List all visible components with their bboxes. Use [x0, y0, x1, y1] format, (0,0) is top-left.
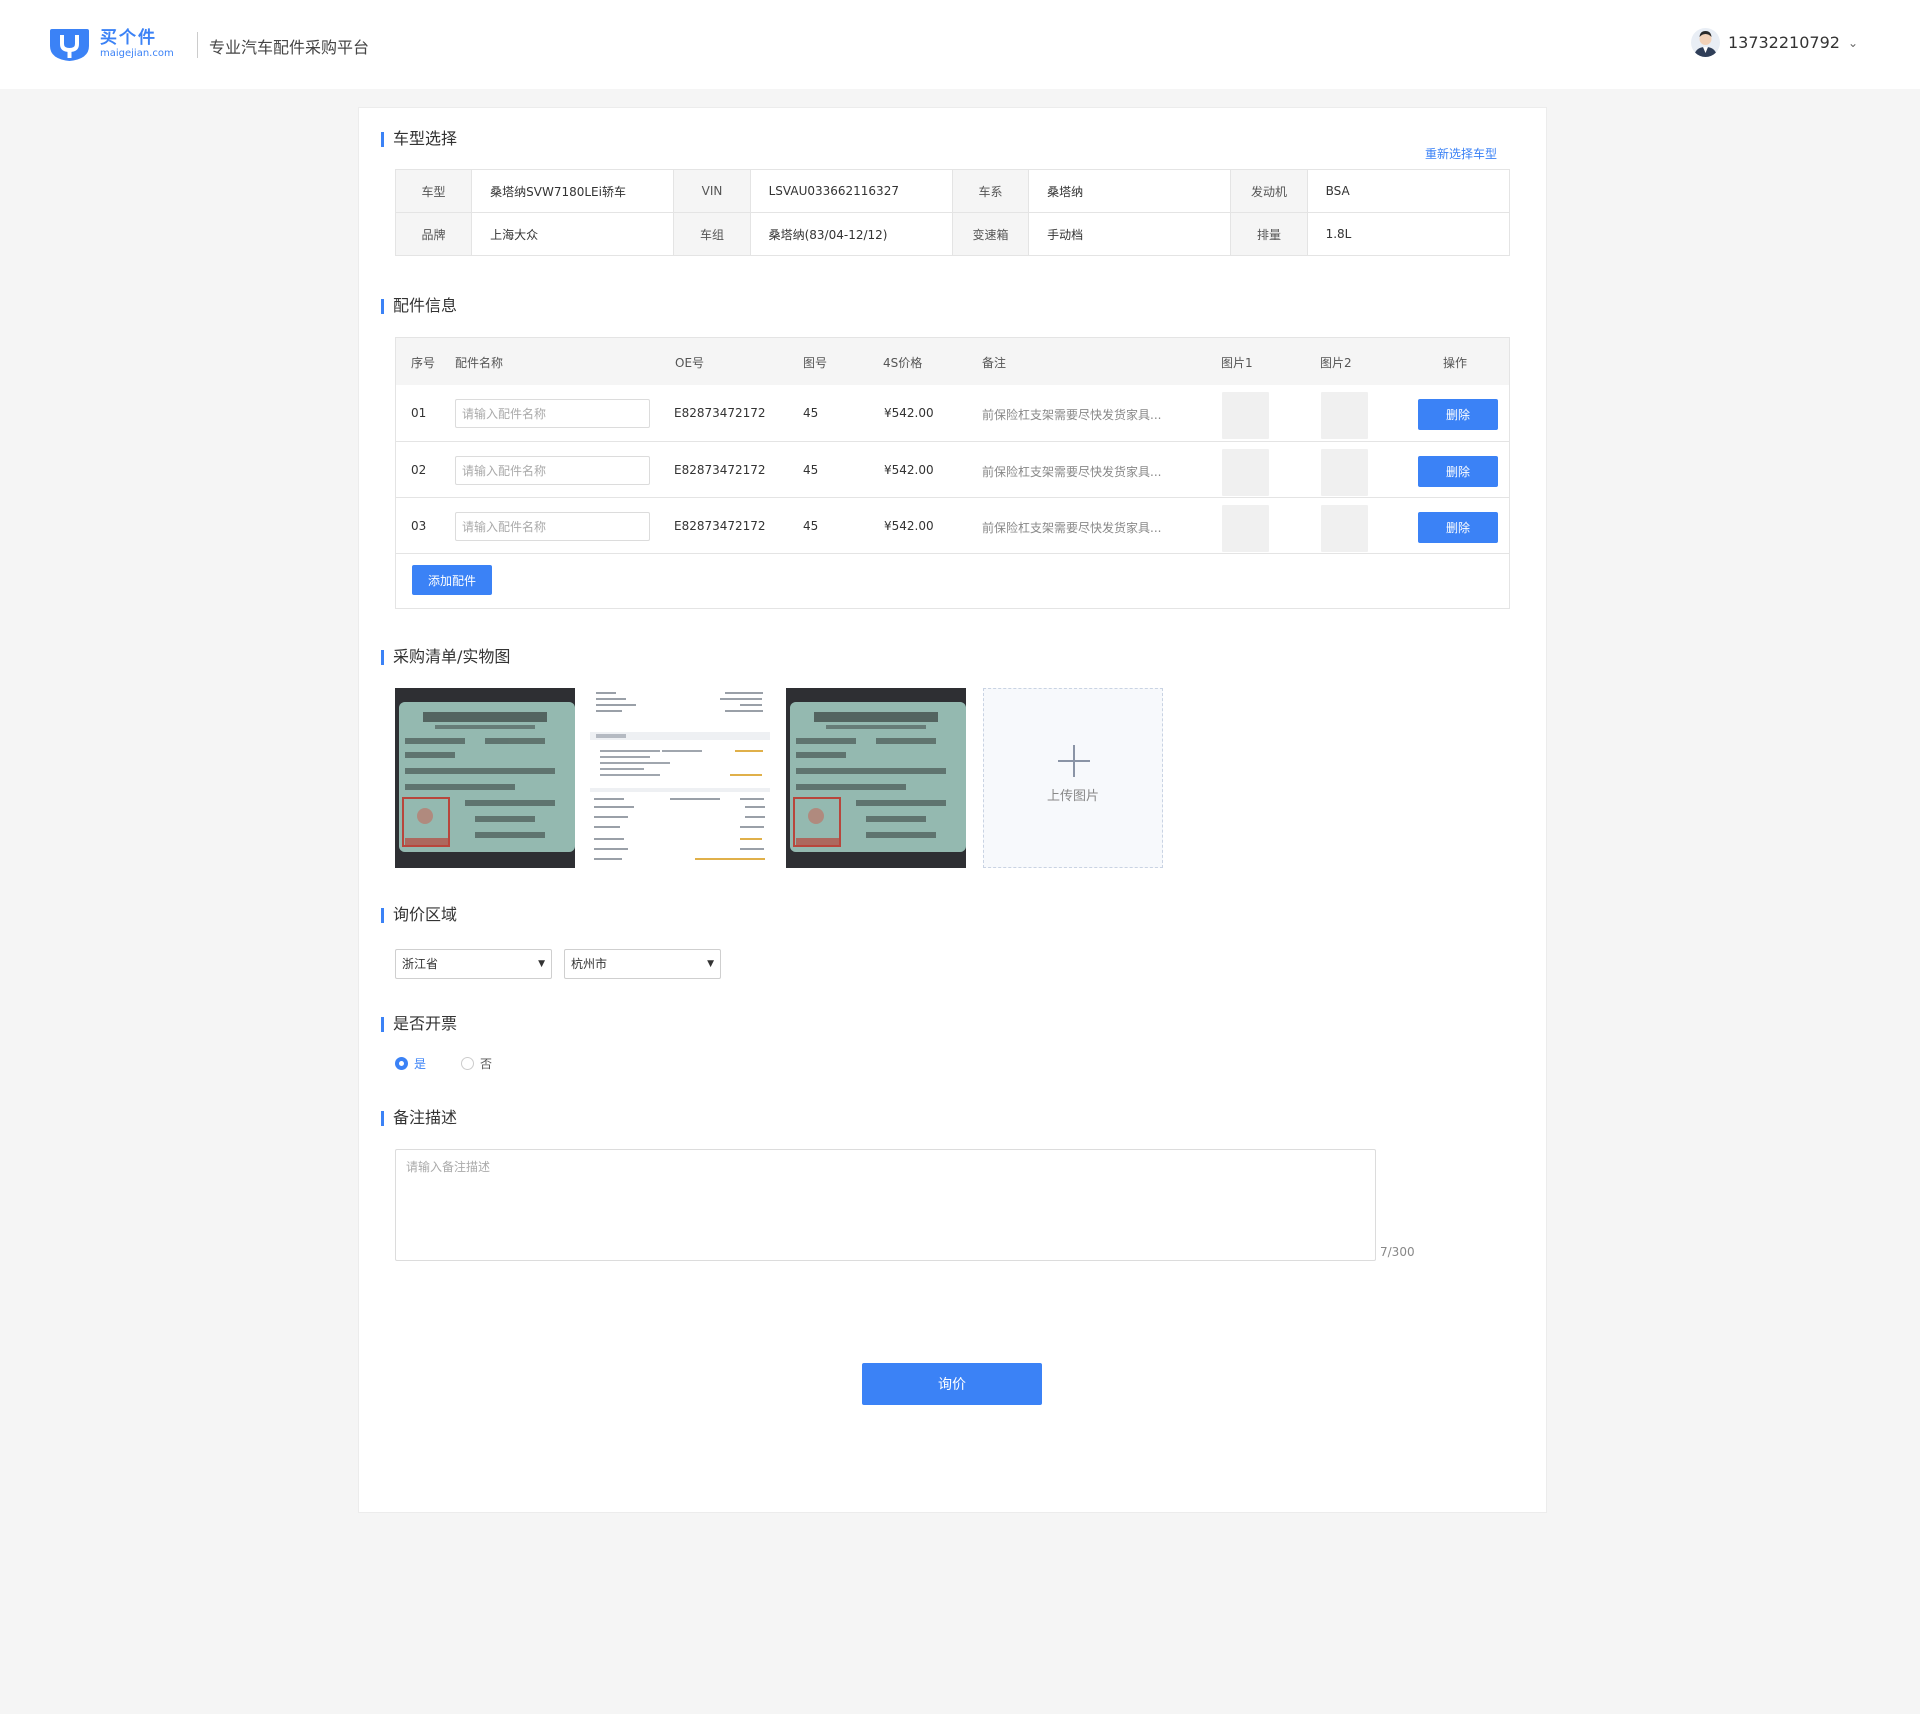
value-engine: BSA: [1306, 169, 1511, 213]
license-photo-1[interactable]: [395, 688, 575, 868]
section-title-photos: 采购清单/实物图: [381, 647, 510, 667]
label-displacement: 排量: [1230, 212, 1308, 256]
col-price: 4S价格: [883, 356, 923, 370]
col-pic2: 图片2: [1320, 356, 1352, 370]
user-menu[interactable]: 13732210792 ⌄: [1690, 28, 1858, 57]
section-title-vehicle: 车型选择: [381, 129, 457, 149]
part-name-input[interactable]: [455, 456, 650, 485]
top-header: 买个件 maigejian.com 专业汽车配件采购平台 13732210792…: [0, 0, 1920, 89]
dropdown-arrow-icon: ▼: [707, 959, 714, 969]
col-remark: 备注: [982, 356, 1007, 370]
label-group: 车组: [673, 212, 751, 256]
col-action: 操作: [1443, 356, 1468, 370]
row-price: ¥542.00: [884, 519, 934, 533]
slogan: 专业汽车配件采购平台: [209, 38, 370, 57]
radio-unchecked-icon: [461, 1057, 474, 1070]
row-fig: 45: [803, 406, 819, 420]
header-divider: [197, 32, 198, 58]
label-series: 车系: [951, 169, 1030, 213]
value-group: 桑塔纳(83/04-12/12): [749, 212, 953, 256]
main-card: 车型选择 重新选择车型 车型 桑塔纳SVW7180LEi轿车 VIN LSVAU…: [358, 107, 1547, 1513]
col-no: 序号: [411, 356, 436, 370]
invoice-yes-radio[interactable]: 是: [395, 1055, 426, 1072]
label-model: 车型: [394, 169, 473, 213]
inquiry-submit-button[interactable]: 询价: [862, 1363, 1042, 1405]
table-row: 02 E82873472172 45 ¥542.00 前保险杠支架需要尽快发货家…: [396, 442, 1509, 498]
remark-textarea[interactable]: [395, 1149, 1376, 1261]
label-gearbox: 变速箱: [951, 212, 1030, 256]
parts-table: 序号 配件名称 OE号 图号 4S价格 备注 图片1 图片2 操作 01 E82…: [395, 337, 1510, 609]
col-name: 配件名称: [455, 356, 504, 370]
logo[interactable]: 买个件 maigejian.com: [48, 26, 174, 62]
row-no: 03: [411, 519, 427, 533]
city-select[interactable]: 杭州市 ▼: [564, 949, 721, 979]
value-model: 桑塔纳SVW7180LEi轿车: [471, 169, 675, 213]
part-image-1[interactable]: [1222, 505, 1269, 552]
value-brand: 上海大众: [471, 212, 675, 256]
reselect-vehicle-link[interactable]: 重新选择车型: [1425, 145, 1497, 162]
radio-checked-icon: [395, 1057, 408, 1070]
delete-button[interactable]: 删除: [1418, 399, 1498, 430]
row-oe: E82873472172: [674, 463, 766, 477]
part-image-2[interactable]: [1321, 449, 1368, 496]
logo-icon: [50, 29, 89, 61]
part-name-input[interactable]: [455, 512, 650, 541]
row-remark: 前保险杠支架需要尽快发货家具...: [982, 408, 1162, 422]
value-gearbox: 手动档: [1028, 212, 1232, 256]
part-image-1[interactable]: [1222, 449, 1269, 496]
avatar: [1690, 28, 1720, 57]
delete-button[interactable]: 删除: [1418, 512, 1498, 543]
province-select[interactable]: 浙江省 ▼: [395, 949, 552, 979]
row-price: ¥542.00: [884, 406, 934, 420]
value-displacement: 1.8L: [1306, 212, 1511, 256]
logo-cn: 买个件: [100, 28, 157, 48]
plus-icon: [1058, 745, 1090, 777]
delete-button[interactable]: 删除: [1418, 456, 1498, 487]
city-value: 杭州市: [571, 957, 608, 971]
row-remark: 前保险杠支架需要尽快发货家具...: [982, 521, 1162, 535]
upload-label: 上传图片: [1046, 789, 1099, 804]
purchase-list-photo[interactable]: [590, 688, 770, 868]
row-remark: 前保险杠支架需要尽快发货家具...: [982, 465, 1162, 479]
row-oe: E82873472172: [674, 519, 766, 533]
upload-image-button[interactable]: 上传图片: [983, 688, 1163, 868]
row-fig: 45: [803, 463, 819, 477]
invoice-no-label: 否: [480, 1057, 493, 1071]
part-image-1[interactable]: [1222, 392, 1269, 439]
col-oe: OE号: [675, 356, 705, 370]
parts-table-header: 序号 配件名称 OE号 图号 4S价格 备注 图片1 图片2 操作: [396, 338, 1509, 385]
user-phone: 13732210792: [1727, 33, 1840, 52]
invoice-no-radio[interactable]: 否: [461, 1055, 492, 1072]
row-price: ¥542.00: [884, 463, 934, 477]
section-title-remark: 备注描述: [381, 1108, 457, 1128]
logo-en: maigejian.com: [100, 48, 174, 59]
label-engine: 发动机: [1230, 169, 1308, 213]
vehicle-table: 车型 桑塔纳SVW7180LEi轿车 VIN LSVAU033662116327…: [394, 169, 1511, 256]
table-row: 01 E82873472172 45 ¥542.00 前保险杠支架需要尽快发货家…: [396, 385, 1509, 442]
value-series: 桑塔纳: [1028, 169, 1232, 213]
row-no: 02: [411, 463, 427, 477]
char-counter: 7/300: [1380, 1245, 1415, 1259]
part-image-2[interactable]: [1321, 392, 1368, 439]
row-no: 01: [411, 406, 427, 420]
table-row: 03 E82873472172 45 ¥542.00 前保险杠支架需要尽快发货家…: [396, 498, 1509, 554]
label-vin: VIN: [673, 169, 751, 213]
chevron-down-icon: ⌄: [1847, 35, 1858, 50]
section-title-invoice: 是否开票: [381, 1014, 457, 1034]
part-image-2[interactable]: [1321, 505, 1368, 552]
dropdown-arrow-icon: ▼: [538, 959, 545, 969]
license-photo-2[interactable]: [786, 688, 966, 868]
value-vin: LSVAU033662116327: [749, 169, 953, 213]
row-fig: 45: [803, 519, 819, 533]
invoice-yes-label: 是: [414, 1057, 427, 1071]
row-oe: E82873472172: [674, 406, 766, 420]
province-value: 浙江省: [402, 957, 439, 971]
col-fig: 图号: [803, 356, 828, 370]
col-pic1: 图片1: [1221, 356, 1253, 370]
add-part-button[interactable]: 添加配件: [412, 565, 492, 595]
label-brand: 品牌: [394, 212, 473, 256]
part-name-input[interactable]: [455, 399, 650, 428]
section-title-region: 询价区域: [381, 905, 457, 925]
section-title-parts: 配件信息: [381, 296, 457, 316]
